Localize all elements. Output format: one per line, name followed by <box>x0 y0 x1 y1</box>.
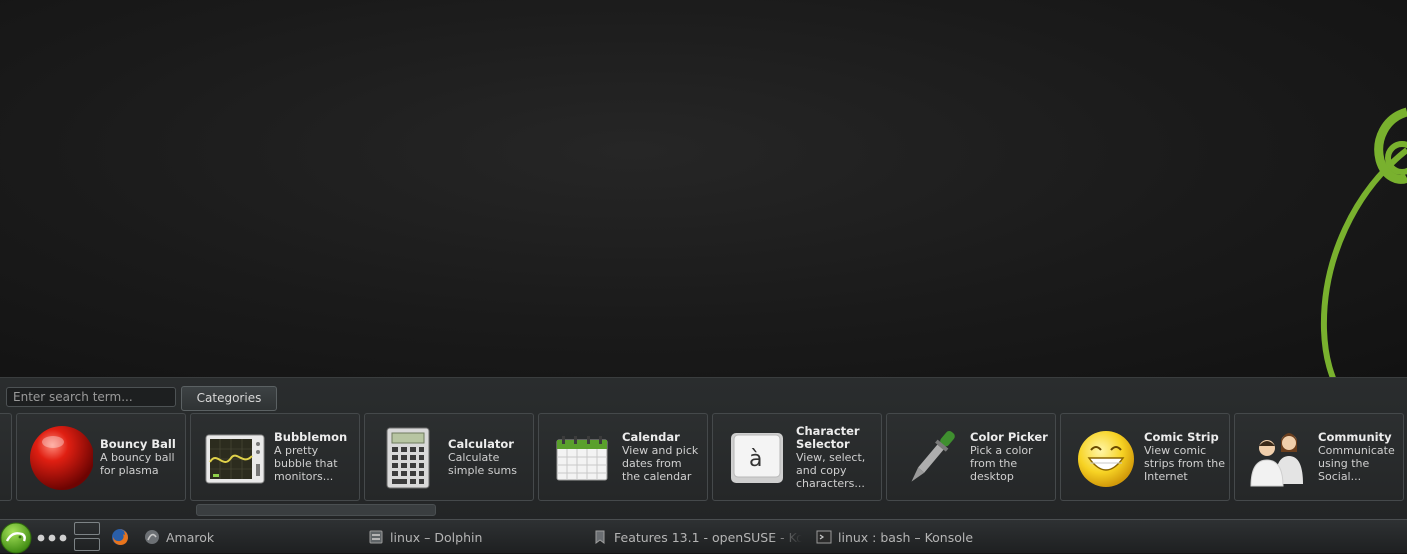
widget-description: Calculate simple sums <box>448 450 517 477</box>
task-konsole[interactable]: linux : bash – Konsole <box>816 527 1036 547</box>
calculator-icon <box>386 427 430 489</box>
widget-title: Comic Strip <box>1144 430 1219 444</box>
task-label: Features 13.1 - openSUSE - Konqueror <box>614 529 802 545</box>
konsole-icon <box>816 530 832 544</box>
pager-desktop-2[interactable] <box>74 538 100 551</box>
task-dolphin[interactable]: linux – Dolphin <box>368 527 568 547</box>
widget-card-community[interactable]: Community Communicate using the Social..… <box>1234 413 1404 501</box>
calendar-icon <box>556 436 608 481</box>
widget-card-comic-strip[interactable]: Comic Strip View comic strips from the I… <box>1060 413 1230 501</box>
widget-explorer-panel: Categories Bouncy Ball A bouncy ball for… <box>0 377 1407 519</box>
widget-card-calendar[interactable]: Calendar View and pick dates from the ca… <box>538 413 708 501</box>
widget-description: View, select, and copy characters... <box>796 450 866 490</box>
widget-card-character-selector[interactable]: à Character Selector View, select, and c… <box>712 413 882 501</box>
dolphin-icon <box>369 530 383 544</box>
task-label: linux : bash – Konsole <box>838 529 974 545</box>
task-label: Amarok <box>166 529 215 545</box>
opensuse-swirl-decoration <box>1320 107 1407 377</box>
taskbar: Amarok linux – Dolphin Features 13.1 - o… <box>0 519 1407 554</box>
widget-description: View and pick dates from the calendar <box>622 444 699 483</box>
activity-manager-icon[interactable] <box>36 533 70 543</box>
amarok-icon <box>145 530 159 544</box>
firefox-icon[interactable] <box>111 528 129 546</box>
widget-description: Communicate using the Social... <box>1318 444 1395 483</box>
widget-search-input[interactable] <box>6 387 176 407</box>
widget-title: Calendar <box>622 430 680 444</box>
widget-title: Calculator <box>448 436 514 451</box>
desktop-wallpaper <box>0 0 1407 377</box>
widget-title: Bouncy Ball <box>100 436 176 451</box>
character-selector-icon: à <box>731 433 783 483</box>
opensuse-gecko-icon[interactable] <box>0 522 33 554</box>
widget-description: A pretty bubble that monitors... <box>274 444 338 483</box>
pager-desktop-1[interactable] <box>74 522 100 535</box>
widget-description: A bouncy ball for plasma <box>100 450 175 477</box>
widget-title: Bubblemon <box>274 430 348 444</box>
color-picker-icon <box>911 431 955 482</box>
widget-title: Color Picker <box>970 430 1048 444</box>
widget-card-partial[interactable] <box>0 413 12 501</box>
widget-title: Character Selector <box>796 423 860 451</box>
widget-card-bubblemon[interactable]: Bubblemon A pretty bubble that monitors.… <box>190 413 360 501</box>
community-icon <box>1250 433 1303 487</box>
widget-description: View comic strips from the Internet <box>1144 444 1225 483</box>
svg-text:à: à <box>749 447 762 472</box>
comic-strip-icon <box>1078 431 1134 487</box>
task-konqueror[interactable]: Features 13.1 - openSUSE - Konqueror <box>592 527 802 547</box>
task-amarok[interactable]: Amarok <box>144 527 344 547</box>
widget-title: Community <box>1318 430 1392 444</box>
widget-card-bouncy-ball[interactable]: Bouncy Ball A bouncy ball for plasma <box>16 413 186 501</box>
widget-card-calculator[interactable]: Calculator Calculate simple sums <box>364 413 534 501</box>
konqueror-icon <box>595 530 605 544</box>
task-label: linux – Dolphin <box>390 529 483 545</box>
widget-card-color-picker[interactable]: Color Picker Pick a color from the deskt… <box>886 413 1056 501</box>
widget-list-scrollbar[interactable] <box>196 504 436 516</box>
categories-button[interactable]: Categories <box>181 386 277 411</box>
bouncy-ball-icon <box>30 426 93 490</box>
widget-description: Pick a color from the desktop <box>970 444 1033 483</box>
bubblemon-icon <box>205 434 265 484</box>
